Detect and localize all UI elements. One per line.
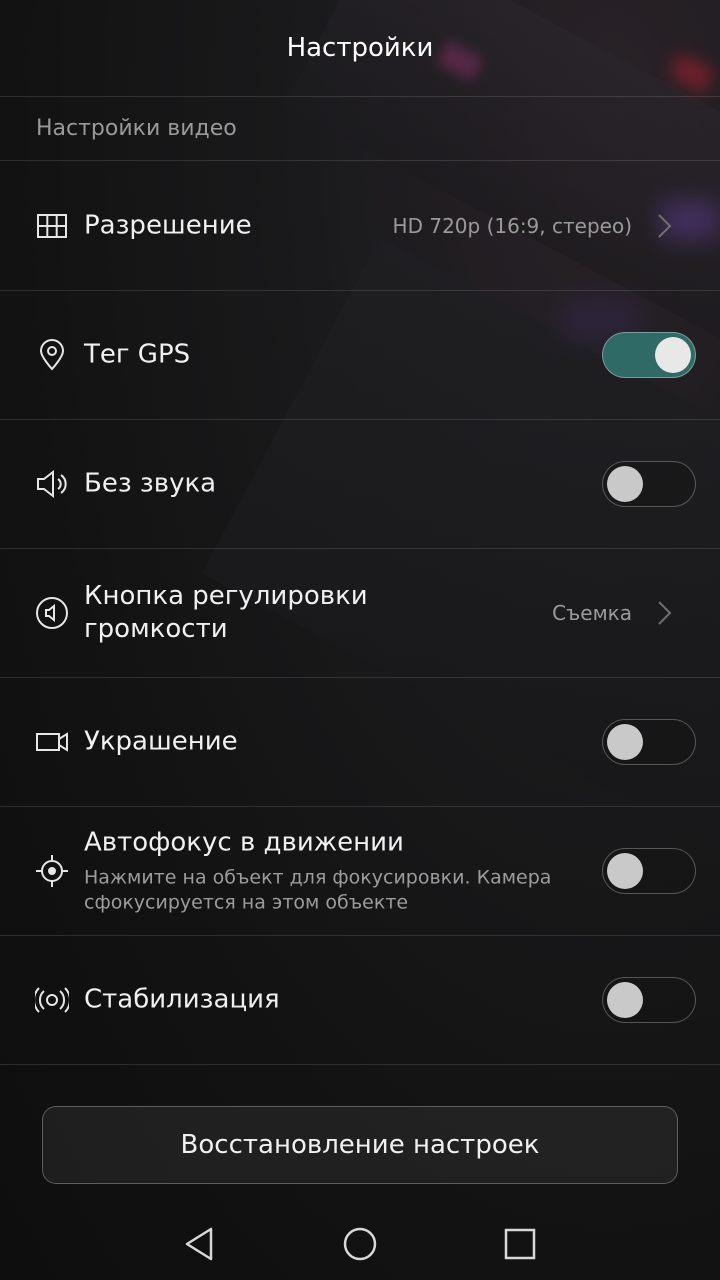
toggle-knob <box>607 982 643 1018</box>
setting-label: Стабилизация <box>84 984 280 1015</box>
volume-circle-icon <box>34 595 70 631</box>
setting-label: Автофокус в движении <box>84 827 404 858</box>
video-camera-icon <box>34 724 70 760</box>
focus-target-icon <box>34 853 70 889</box>
setting-value: HD 720p (16:9, стерео) <box>392 214 632 238</box>
toggle-knob <box>607 853 643 889</box>
setting-label: Украшение <box>84 726 238 757</box>
location-pin-icon <box>34 337 70 373</box>
settings-screen: Настройки Настройки видео Разрешение HD … <box>0 0 720 1280</box>
toggle-knob <box>607 466 643 502</box>
setting-value: Съемка <box>552 601 632 625</box>
setting-label-line2: громкости <box>84 614 228 644</box>
grid-icon <box>34 208 70 244</box>
toggle-knob <box>607 724 643 760</box>
gps-toggle[interactable] <box>602 332 696 378</box>
back-icon[interactable] <box>180 1224 220 1264</box>
setting-mute[interactable]: Без звука <box>0 420 720 549</box>
title-bar: Настройки <box>0 0 720 97</box>
page-title: Настройки <box>286 33 434 63</box>
chevron-right-icon <box>654 598 674 628</box>
setting-label-line1: Кнопка регулировки <box>84 581 368 611</box>
stabilization-icon <box>34 982 70 1018</box>
setting-resolution[interactable]: Разрешение HD 720p (16:9, стерео) <box>0 162 720 291</box>
home-icon[interactable] <box>340 1224 380 1264</box>
setting-beauty[interactable]: Украшение <box>0 678 720 807</box>
section-title: Настройки видео <box>36 116 237 141</box>
recents-icon[interactable] <box>500 1224 540 1264</box>
autofocus-toggle[interactable] <box>602 848 696 894</box>
setting-gps-tag[interactable]: Тег GPS <box>0 291 720 420</box>
reset-settings-button[interactable]: Восстановление настроек <box>42 1106 678 1184</box>
setting-description: Нажмите на объект для фокусировки. Камер… <box>84 866 552 914</box>
setting-label: Без звука <box>84 468 217 499</box>
beauty-toggle[interactable] <box>602 719 696 765</box>
setting-motion-autofocus[interactable]: Автофокус в движении Нажмите на объект д… <box>0 807 720 936</box>
setting-label: Тег GPS <box>84 339 191 370</box>
toggle-knob <box>655 337 691 373</box>
section-header-video: Настройки видео <box>0 97 720 161</box>
chevron-right-icon <box>654 211 674 241</box>
stabilization-toggle[interactable] <box>602 977 696 1023</box>
navigation-bar <box>0 1204 720 1280</box>
setting-volume-key[interactable]: Кнопка регулировки громкости Съемка <box>0 549 720 678</box>
setting-stabilization[interactable]: Стабилизация <box>0 936 720 1065</box>
speaker-icon <box>34 466 70 502</box>
mute-toggle[interactable] <box>602 461 696 507</box>
